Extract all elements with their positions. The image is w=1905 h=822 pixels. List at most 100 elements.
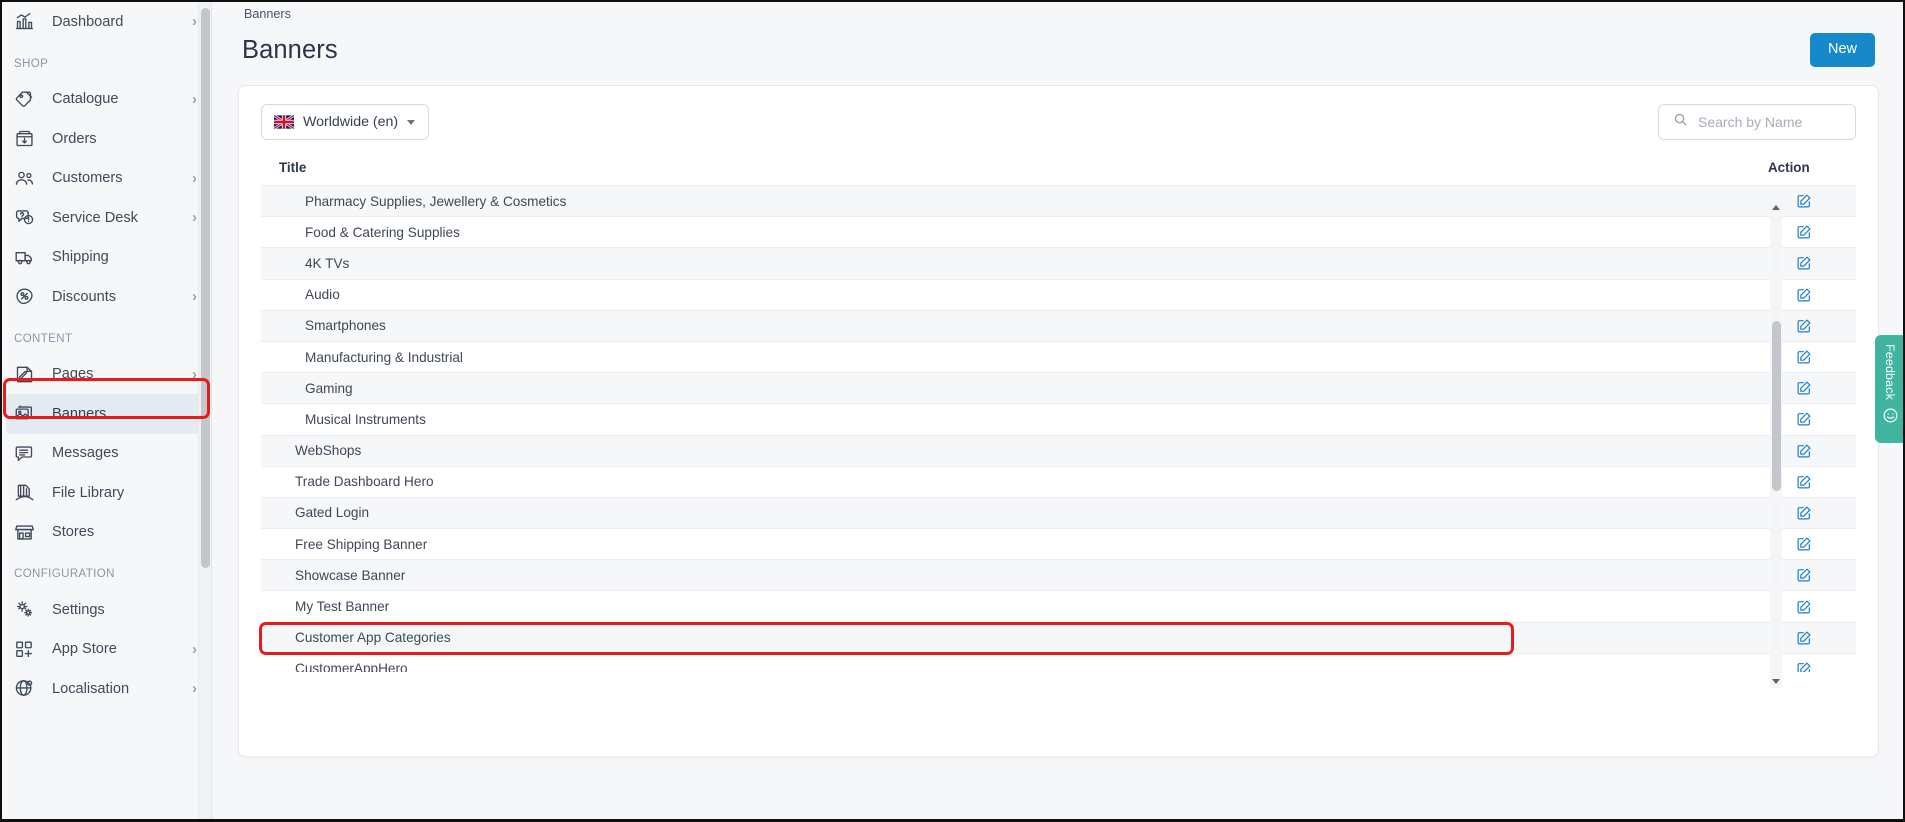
search-box[interactable] xyxy=(1658,104,1856,140)
table-row[interactable]: Food & Catering Supplies xyxy=(261,217,1856,249)
edit-icon[interactable] xyxy=(1796,443,1812,459)
table-scrollbar[interactable] xyxy=(1770,201,1782,688)
edit-icon[interactable] xyxy=(1796,193,1812,209)
table-body: Pharmacy Supplies, Jewellery & Cosmetics… xyxy=(261,185,1856,672)
sidebar-item-label: Pages xyxy=(52,366,94,383)
sidebar-item-orders[interactable]: Orders xyxy=(0,119,211,159)
support-icon xyxy=(14,206,40,230)
table-row[interactable]: Free Shipping Banner xyxy=(261,529,1856,561)
sidebar-item-discounts[interactable]: Discounts › xyxy=(0,277,211,317)
table-row[interactable]: My Test Banner xyxy=(261,591,1856,623)
store-icon xyxy=(14,520,40,544)
edit-icon[interactable] xyxy=(1796,630,1812,646)
scroll-up-arrow-icon[interactable] xyxy=(1772,205,1780,210)
table-row[interactable]: Gaming xyxy=(261,373,1856,405)
window-edge-left xyxy=(0,0,2,822)
sidebar-scrollbar-track[interactable] xyxy=(198,0,211,822)
table-cell-title: Showcase Banner xyxy=(295,567,406,583)
scroll-down-arrow-icon[interactable] xyxy=(1772,679,1780,684)
chevron-right-icon: › xyxy=(192,90,197,108)
search-input[interactable] xyxy=(1698,114,1841,130)
sidebar-item-label: Customers xyxy=(52,170,123,187)
sidebar-item-label: Dashboard xyxy=(52,13,124,30)
sidebar-item-dashboard[interactable]: Dashboard › xyxy=(0,2,211,42)
table-cell-title: WebShops xyxy=(295,443,362,459)
sidebar-section-configuration: CONFIGURATION xyxy=(14,568,115,580)
banners-icon xyxy=(14,402,40,426)
edit-icon[interactable] xyxy=(1796,661,1812,672)
sidebar-item-banners[interactable]: Banners xyxy=(6,394,205,434)
table-cell-title: Audio xyxy=(305,287,340,303)
page-header: Banners Banners New xyxy=(212,0,1905,73)
edit-icon[interactable] xyxy=(1796,224,1812,240)
sidebar-item-shipping[interactable]: Shipping xyxy=(0,238,211,278)
edit-icon[interactable] xyxy=(1796,505,1812,521)
gears-icon xyxy=(14,598,40,622)
sidebar-item-app-store[interactable]: App Store › xyxy=(0,630,211,670)
truck-icon xyxy=(14,245,40,269)
sidebar-item-label: File Library xyxy=(52,484,125,501)
table-cell-title: Manufacturing & Industrial xyxy=(305,349,463,365)
table-row[interactable]: WebShops xyxy=(261,435,1856,467)
sidebar-item-customers[interactable]: Customers › xyxy=(0,159,211,199)
sidebar-item-service-desk[interactable]: Service Desk › xyxy=(0,198,211,238)
tag-icon xyxy=(14,87,40,111)
uk-flag-icon xyxy=(274,115,294,129)
column-header-action: Action xyxy=(1768,160,1810,175)
chevron-right-icon: › xyxy=(192,209,197,227)
table-row[interactable]: 4K TVs xyxy=(261,248,1856,280)
table-row[interactable]: Pharmacy Supplies, Jewellery & Cosmetics xyxy=(261,186,1856,218)
edit-icon[interactable] xyxy=(1796,255,1812,271)
chevron-right-icon: › xyxy=(192,365,197,383)
edit-icon[interactable] xyxy=(1796,599,1812,615)
table-header-row: Title Action xyxy=(261,152,1856,185)
table-row[interactable]: CustomerAppHero xyxy=(261,654,1856,672)
edit-icon[interactable] xyxy=(1796,287,1812,303)
edit-icon[interactable] xyxy=(1796,318,1812,334)
table-cell-title: Free Shipping Banner xyxy=(295,536,428,552)
new-button[interactable]: New xyxy=(1809,33,1875,67)
edit-icon[interactable] xyxy=(1796,536,1812,552)
table-row[interactable]: Customer App Categories xyxy=(261,622,1856,654)
edit-icon[interactable] xyxy=(1796,380,1812,396)
sidebar-item-label: Catalogue xyxy=(52,91,119,108)
smiley-icon xyxy=(1882,407,1899,429)
sidebar-item-settings[interactable]: Settings xyxy=(0,590,211,630)
app-window: Dashboard › SHOP Catalogue › Orders Customers ›… xyxy=(0,0,1905,822)
sidebar-item-catalogue[interactable]: Catalogue › xyxy=(0,80,211,120)
table-scrollbar-thumb[interactable] xyxy=(1771,321,1781,491)
page-title: Banners xyxy=(242,35,338,64)
locale-dropdown[interactable]: Worldwide (en) xyxy=(261,104,430,140)
table-cell-title: Smartphones xyxy=(305,318,386,334)
feedback-tab[interactable]: Feedback xyxy=(1875,335,1905,443)
table-row[interactable]: Musical Instruments xyxy=(261,404,1856,436)
column-header-title[interactable]: Title xyxy=(261,160,1760,175)
breadcrumb[interactable]: Banners xyxy=(242,7,1875,21)
sidebar-item-messages[interactable]: Messages xyxy=(0,434,211,474)
table-row[interactable]: Smartphones xyxy=(261,310,1856,342)
table-row[interactable]: Audio xyxy=(261,280,1856,311)
table-row[interactable]: Manufacturing & Industrial xyxy=(261,342,1856,374)
edit-icon[interactable] xyxy=(1796,411,1812,427)
main-content: Banners Banners New Worldwide (en) Searc… xyxy=(212,0,1905,822)
sidebar-item-pages[interactable]: Pages › xyxy=(0,355,211,395)
chevron-right-icon: › xyxy=(192,680,197,698)
edit-icon[interactable] xyxy=(1796,474,1812,490)
box-icon xyxy=(14,127,40,151)
edit-icon[interactable] xyxy=(1796,349,1812,365)
table-row[interactable]: Showcase Banner xyxy=(261,560,1856,592)
table-row[interactable]: Trade Dashboard Hero xyxy=(261,467,1856,498)
sidebar-scrollbar-thumb[interactable] xyxy=(201,8,210,568)
chevron-right-icon: › xyxy=(192,13,197,31)
table-cell-title: Food & Catering Supplies xyxy=(305,224,460,240)
title-row: Banners New xyxy=(242,21,1875,73)
chevron-down-icon xyxy=(407,119,416,125)
table-row[interactable]: Gated Login xyxy=(261,497,1856,530)
table-cell-title: Gated Login xyxy=(295,505,370,521)
table-cell-title: My Test Banner xyxy=(295,599,390,615)
sidebar-item-localisation[interactable]: Localisation › xyxy=(0,669,211,709)
sidebar-item-stores[interactable]: Stores xyxy=(0,513,211,553)
locale-dropdown-label: Worldwide (en) xyxy=(303,114,399,130)
edit-icon[interactable] xyxy=(1796,567,1812,583)
sidebar-item-file-library[interactable]: File Library xyxy=(0,473,211,513)
